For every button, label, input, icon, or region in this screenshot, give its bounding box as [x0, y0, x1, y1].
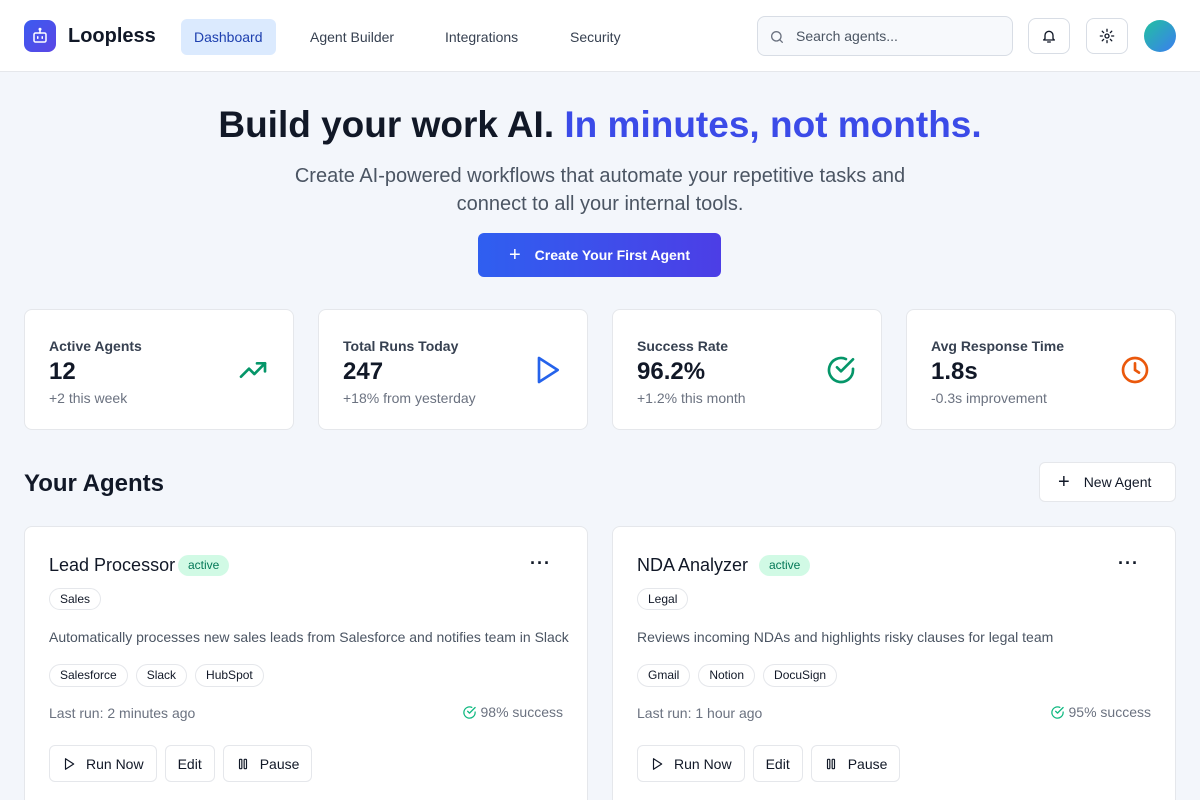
success-rate: 95% success	[1050, 704, 1151, 720]
check-circle-icon	[462, 705, 476, 719]
last-run-text: Last run: 1 hour ago	[637, 705, 763, 721]
new-agent-label: New Agent	[1083, 474, 1152, 490]
section-title-your-agents: Your Agents	[24, 470, 165, 497]
create-first-agent-button[interactable]: + Create Your First Agent	[478, 233, 721, 277]
hero-subtitle: Create AI-powered workflows that automat…	[294, 165, 906, 215]
edit-button[interactable]: Edit	[164, 745, 215, 782]
run-now-button[interactable]: Run Now	[637, 745, 745, 782]
gear-icon	[1099, 28, 1115, 44]
stat-label: Active Agents	[49, 338, 142, 354]
plus-icon: +	[508, 244, 521, 266]
pause-button[interactable]: Pause	[222, 745, 313, 782]
stat-card-avg-response: Avg Response Time 1.8s -0.3s improvement	[906, 309, 1176, 430]
play-icon	[64, 757, 75, 770]
integration-tag: Notion	[698, 664, 756, 687]
status-badge: active	[759, 555, 811, 576]
check-circle-icon	[827, 356, 855, 384]
stat-value: 12	[49, 358, 76, 385]
last-run-text: Last run: 2 minutes ago	[49, 705, 196, 721]
agent-card-lead-processor: Lead Processor active ··· Sales Automati…	[24, 526, 588, 800]
check-circle-icon	[1050, 705, 1064, 719]
hero-title: Build your work AI. In minutes, not mont…	[0, 104, 1200, 146]
integration-tag: Slack	[135, 664, 188, 687]
stat-sub: +1.2% this month	[637, 390, 746, 406]
stat-value: 247	[343, 358, 384, 385]
bell-icon	[1043, 30, 1055, 43]
edit-label: Edit	[765, 755, 790, 772]
stat-sub: +18% from yesterday	[343, 390, 476, 406]
nav-integrations[interactable]: Integrations	[432, 19, 531, 55]
integration-tag: Gmail	[637, 664, 691, 687]
agent-description: Automatically processes new sales leads …	[49, 629, 569, 645]
stat-card-total-runs: Total Runs Today 247 +18% from yesterday	[318, 309, 588, 430]
agent-card-nda-analyzer: NDA Analyzer active ··· Legal Reviews in…	[612, 526, 1176, 800]
new-agent-button[interactable]: + New Agent	[1039, 462, 1176, 502]
top-navigation-bar: Loopless Dashboard Agent Builder Integra…	[0, 0, 1200, 72]
agent-name[interactable]: NDA Analyzer	[637, 555, 748, 576]
search-input[interactable]	[796, 17, 1006, 55]
logo-robot-icon[interactable]	[24, 20, 56, 52]
search-box	[757, 16, 1013, 56]
user-avatar[interactable]	[1144, 20, 1176, 52]
nav-dashboard[interactable]: Dashboard	[181, 19, 276, 55]
pause-label: Pause	[259, 755, 300, 772]
more-options-icon[interactable]: ···	[530, 553, 551, 574]
hero-title-main: Build your work AI.	[218, 104, 555, 145]
integration-tags: Salesforce Slack HubSpot	[49, 664, 264, 687]
category-badge: Sales	[49, 588, 102, 610]
more-options-icon[interactable]: ···	[1118, 553, 1139, 574]
edit-button[interactable]: Edit	[752, 745, 803, 782]
trending-up-icon	[239, 362, 267, 378]
integration-tag: Salesforce	[49, 664, 128, 687]
integration-tags: Gmail Notion DocuSign	[637, 664, 838, 687]
search-icon	[771, 31, 783, 43]
agent-name[interactable]: Lead Processor	[49, 555, 175, 576]
cta-label: Create Your First Agent	[534, 247, 690, 263]
stat-card-success-rate: Success Rate 96.2% +1.2% this month	[612, 309, 882, 430]
play-icon	[652, 757, 663, 770]
pause-icon	[238, 758, 247, 769]
run-now-label: Run Now	[674, 755, 732, 772]
integration-tag: DocuSign	[763, 664, 838, 687]
settings-button[interactable]	[1086, 18, 1128, 54]
hero-title-accent: In minutes, not months.	[564, 104, 982, 145]
brand-name[interactable]: Loopless	[68, 25, 156, 48]
nav-agent-builder[interactable]: Agent Builder	[297, 19, 407, 55]
pause-label: Pause	[847, 755, 888, 772]
success-rate: 98% success	[462, 704, 563, 720]
run-now-button[interactable]: Run Now	[49, 745, 157, 782]
stat-sub: -0.3s improvement	[931, 390, 1047, 406]
run-now-label: Run Now	[86, 755, 144, 772]
stat-sub: +2 this week	[49, 390, 128, 406]
success-text: 98% success	[480, 704, 563, 720]
plus-icon: +	[1058, 471, 1070, 493]
stat-label: Avg Response Time	[931, 338, 1065, 354]
agent-description: Reviews incoming NDAs and highlights ris…	[637, 629, 1054, 645]
agent-actions: Run Now Edit Pause	[49, 745, 313, 782]
stat-label: Total Runs Today	[343, 338, 459, 354]
stat-value: 96.2%	[637, 358, 706, 385]
stat-card-active-agents: Active Agents 12 +2 this week	[24, 309, 294, 430]
stat-value: 1.8s	[931, 358, 978, 385]
agent-actions: Run Now Edit Pause	[637, 745, 901, 782]
pause-button[interactable]: Pause	[810, 745, 901, 782]
nav-security[interactable]: Security	[557, 19, 634, 55]
success-text: 95% success	[1068, 704, 1151, 720]
pause-icon	[826, 758, 835, 769]
category-badge: Legal	[637, 588, 689, 610]
status-badge: active	[178, 555, 230, 576]
edit-label: Edit	[177, 755, 202, 772]
notifications-button[interactable]	[1028, 18, 1070, 54]
play-icon	[537, 356, 559, 384]
integration-tag: HubSpot	[195, 664, 264, 687]
clock-icon	[1121, 356, 1149, 384]
stat-label: Success Rate	[637, 338, 729, 354]
